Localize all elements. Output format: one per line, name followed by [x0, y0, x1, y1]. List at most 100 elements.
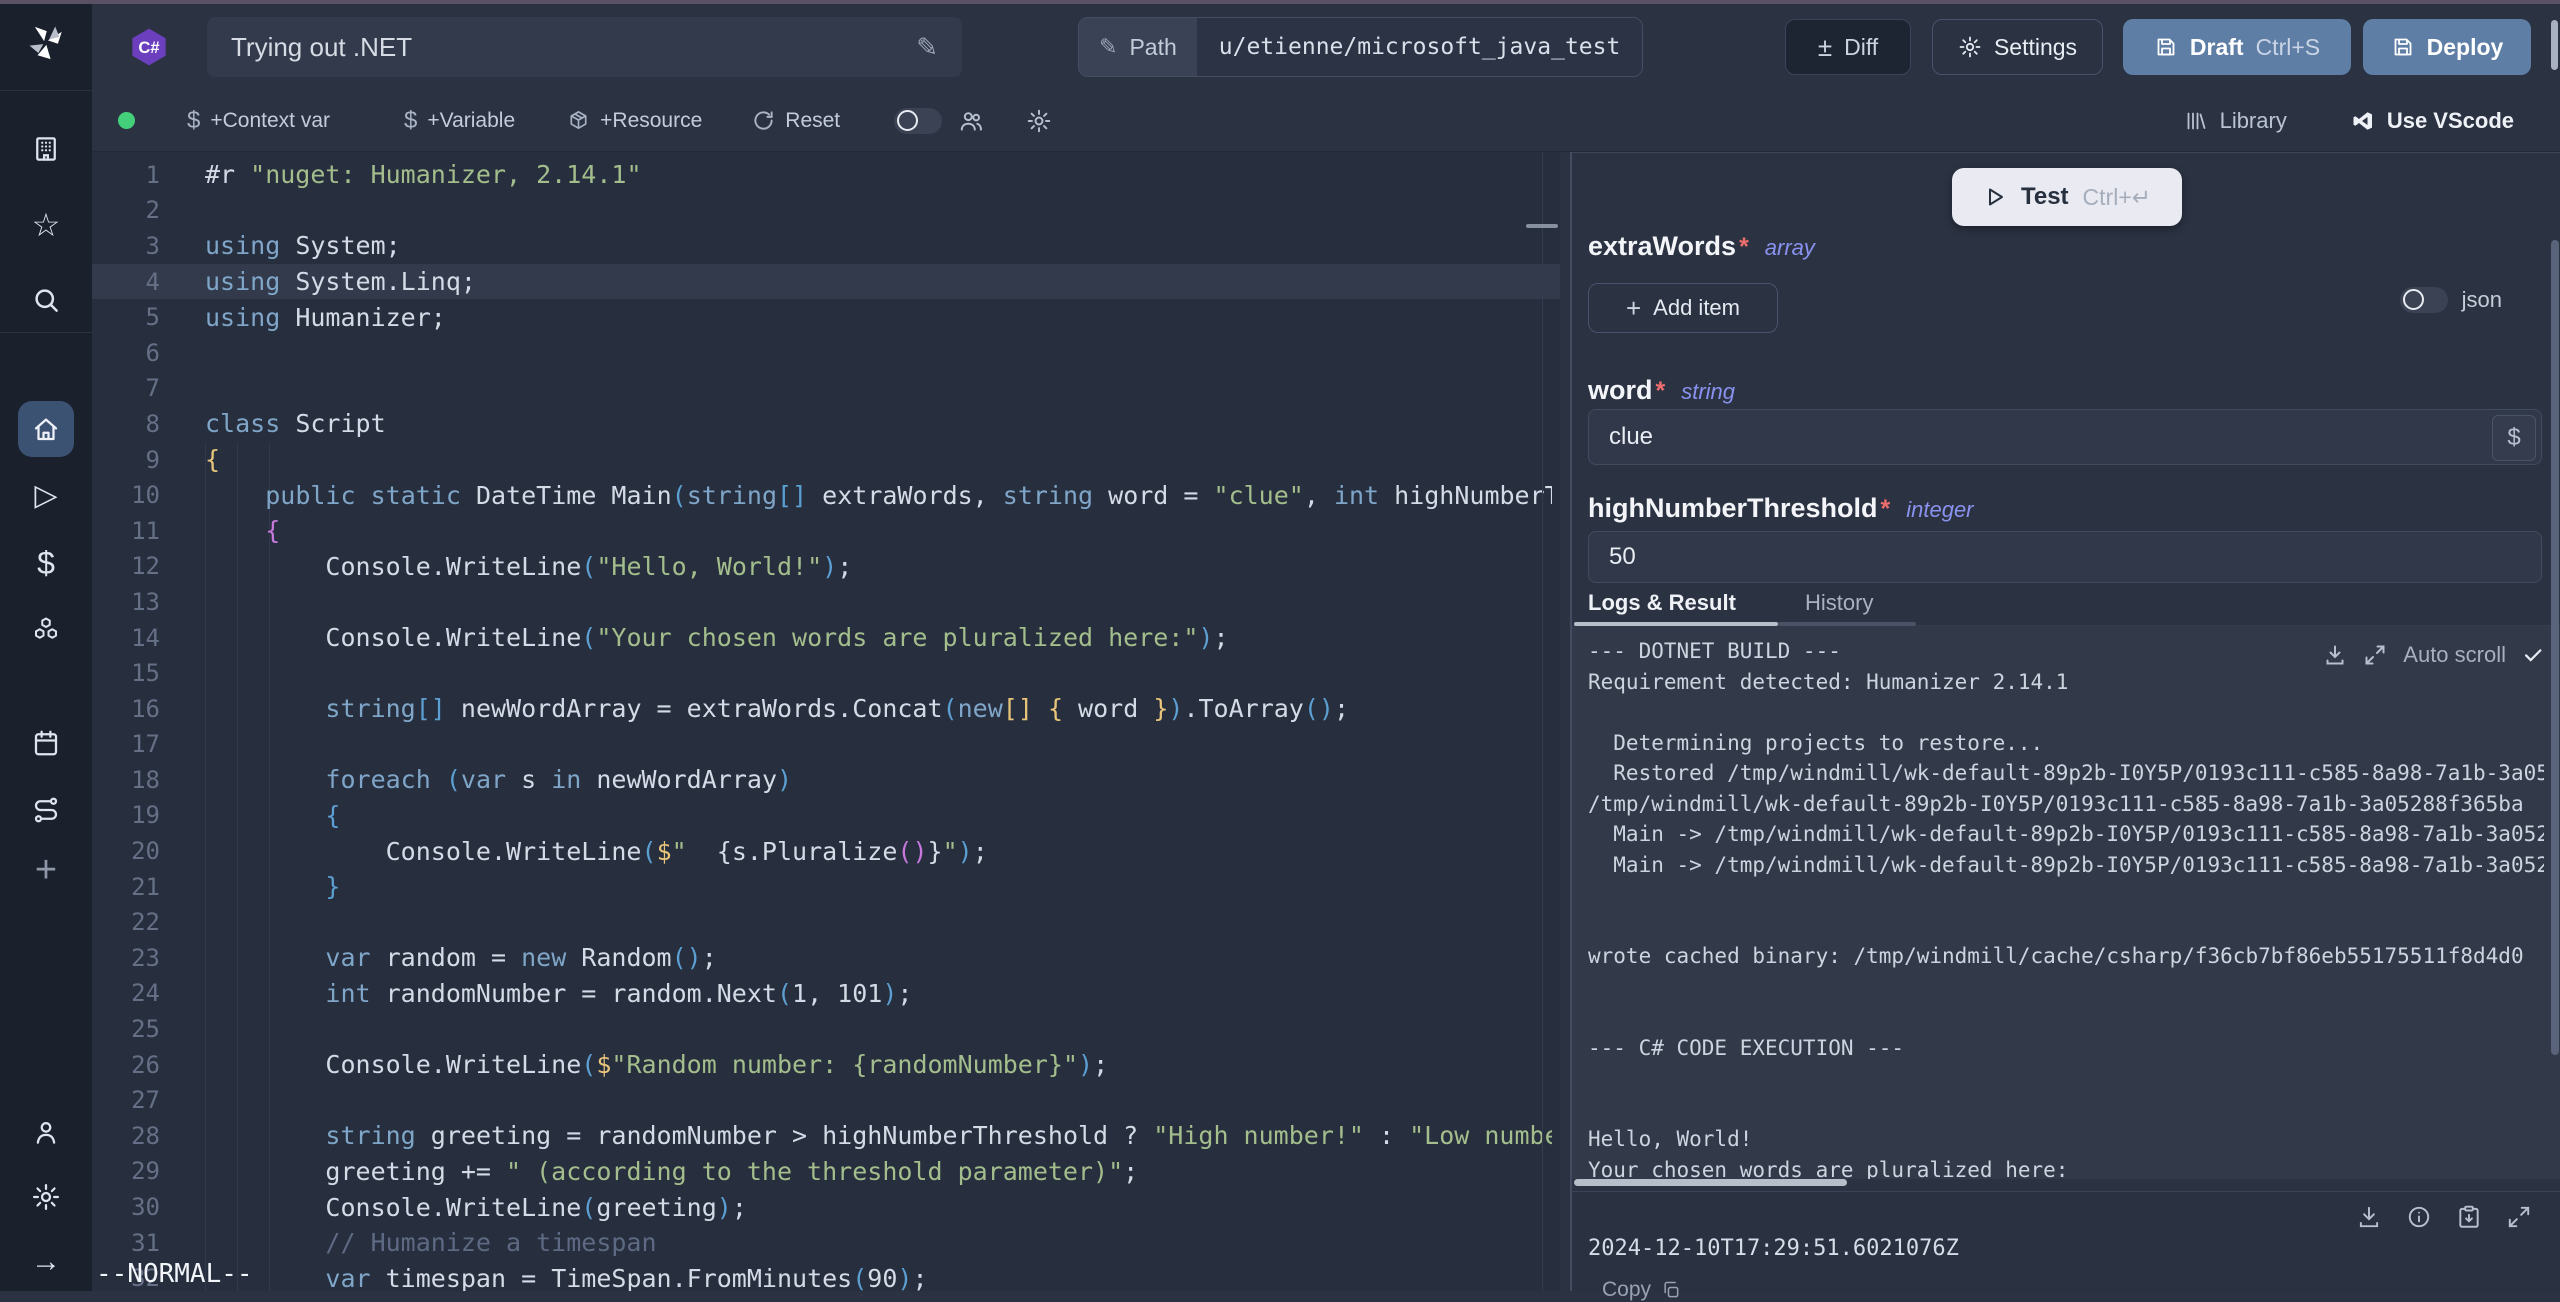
- line-number: 6: [92, 339, 160, 367]
- sidebar-item-flows[interactable]: [24, 788, 68, 832]
- code-line[interactable]: 25: [92, 1011, 1560, 1047]
- sidebar-item-schedules[interactable]: [24, 721, 68, 765]
- library-button[interactable]: Library: [2184, 108, 2287, 134]
- line-number: 10: [92, 481, 160, 509]
- result-panel: 2024-12-10T17:29:51.6021076Z Copy: [1572, 1191, 2560, 1292]
- minimap[interactable]: [1542, 152, 1560, 1291]
- code-line[interactable]: 29 greeting += " (according to the thres…: [92, 1154, 1560, 1190]
- code-line[interactable]: 26 Console.WriteLine($"Random number: {r…: [92, 1047, 1560, 1083]
- sidebar-item-search[interactable]: [24, 278, 68, 322]
- script-title-input[interactable]: Trying out .NET ✎: [207, 17, 962, 77]
- code-line[interactable]: 22: [92, 904, 1560, 940]
- code-line[interactable]: 16 string[] newWordArray = extraWords.Co…: [92, 691, 1560, 727]
- panel-splitter[interactable]: [1560, 152, 1572, 1291]
- collaborators-users-icon[interactable]: [958, 108, 984, 134]
- path-label-section: ✎ Path: [1079, 18, 1197, 76]
- download-logs-icon[interactable]: [2323, 643, 2347, 667]
- sidebar-item-settings[interactable]: [24, 1175, 68, 1219]
- code-line[interactable]: 14 Console.WriteLine("Your chosen words …: [92, 620, 1560, 656]
- info-icon[interactable]: [2406, 1204, 2432, 1230]
- logs-horizontal-scrollbar[interactable]: [1574, 1179, 1847, 1186]
- tab-history[interactable]: History: [1805, 590, 1873, 616]
- code-line[interactable]: 1#r "nuget: Humanizer, 2.14.1": [92, 157, 1560, 193]
- resize-handle[interactable]: [1526, 224, 1558, 228]
- panel-vertical-scrollbar[interactable]: [2551, 240, 2559, 1055]
- sidebar-item-account[interactable]: [24, 1110, 68, 1154]
- code-line[interactable]: 31 // Humanize a timespan: [92, 1225, 1560, 1261]
- code-line[interactable]: 32 var timespan = TimeSpan.FromMinutes(9…: [92, 1260, 1560, 1291]
- sidebar-item-favorites[interactable]: ☆: [24, 203, 68, 247]
- code-line[interactable]: 21 }: [92, 869, 1560, 905]
- diff-button[interactable]: ± Diff: [1785, 19, 1911, 75]
- code-line[interactable]: 3using System;: [92, 228, 1560, 264]
- settings-button[interactable]: Settings: [1932, 19, 2103, 75]
- copy-result-button[interactable]: Copy: [1602, 1278, 1681, 1302]
- diff-mode-toggle[interactable]: [894, 108, 942, 134]
- code-line[interactable]: 28 string greeting = randomNumber > high…: [92, 1118, 1560, 1154]
- draft-button[interactable]: Draft Ctrl+S: [2123, 19, 2351, 75]
- windmill-logo-icon[interactable]: [23, 20, 69, 66]
- json-toggle[interactable]: [2400, 287, 2448, 313]
- code-line[interactable]: 24 int randomNumber = random.Next(1, 101…: [92, 976, 1560, 1012]
- log-line: Determining projects to restore...: [1588, 728, 2544, 759]
- test-label: Test: [2021, 183, 2069, 211]
- home-icon: [31, 414, 61, 444]
- sidebar-item-runs[interactable]: ▷: [24, 474, 68, 518]
- code-editor[interactable]: 1#r "nuget: Humanizer, 2.14.1"23using Sy…: [92, 152, 1560, 1291]
- code-line[interactable]: 17: [92, 727, 1560, 763]
- code-line[interactable]: 9{: [92, 442, 1560, 478]
- code-line[interactable]: 13: [92, 584, 1560, 620]
- code-line[interactable]: 10 public static DateTime Main(string[] …: [92, 477, 1560, 513]
- dollar-icon: $: [37, 547, 55, 579]
- word-input[interactable]: [1588, 409, 2542, 465]
- add-context-var-button[interactable]: $ +Context var: [187, 107, 330, 135]
- code-line[interactable]: 18 foreach (var s in newWordArray): [92, 762, 1560, 798]
- windmill-script-editor: { "topbar": { "title": "Trying out .NET"…: [0, 0, 2560, 1291]
- code-line[interactable]: 4using System.Linq;: [92, 264, 1560, 300]
- code-line[interactable]: 20 Console.WriteLine($" {s.Pluralize()}"…: [92, 833, 1560, 869]
- use-vscode-button[interactable]: Use VScode: [2351, 108, 2514, 134]
- download-result-icon[interactable]: [2356, 1204, 2382, 1230]
- code-line[interactable]: 8class Script: [92, 406, 1560, 442]
- line-number: 28: [92, 1122, 160, 1150]
- edit-path-pencil-icon[interactable]: ✎: [1099, 34, 1117, 60]
- code-line[interactable]: 23 var random = new Random();: [92, 940, 1560, 976]
- code-line[interactable]: 12 Console.WriteLine("Hello, World!");: [92, 549, 1560, 585]
- code-line[interactable]: 6: [92, 335, 1560, 371]
- code-line[interactable]: 27: [92, 1082, 1560, 1118]
- reset-button[interactable]: Reset: [752, 109, 840, 133]
- code-line[interactable]: 30 Console.WriteLine(greeting);: [92, 1189, 1560, 1225]
- add-resource-button[interactable]: +Resource: [567, 109, 702, 133]
- code-line[interactable]: 19 {: [92, 798, 1560, 834]
- add-item-button[interactable]: + Add item: [1588, 283, 1778, 333]
- plus-icon: +: [35, 851, 57, 889]
- code-line[interactable]: 5using Humanizer;: [92, 299, 1560, 335]
- expand-logs-icon[interactable]: [2363, 643, 2387, 667]
- code-line[interactable]: 11 {: [92, 513, 1560, 549]
- editor-settings-gear-icon[interactable]: [1026, 108, 1052, 134]
- sidebar-item-workspace[interactable]: [24, 127, 68, 171]
- sidebar-item-variables[interactable]: $: [24, 541, 68, 585]
- add-variable-button[interactable]: $ +Variable: [404, 107, 515, 135]
- code-line[interactable]: 15: [92, 655, 1560, 691]
- edit-title-pencil-icon[interactable]: ✎: [916, 32, 938, 63]
- test-button[interactable]: Test Ctrl+↵: [1952, 168, 2182, 226]
- page-vertical-scrollbar[interactable]: [2551, 20, 2558, 70]
- insert-variable-button[interactable]: $: [2492, 415, 2536, 461]
- line-number: 1: [92, 161, 160, 189]
- auto-scroll-label[interactable]: Auto scroll: [2403, 642, 2506, 668]
- sidebar-item-collapse[interactable]: →: [24, 1240, 68, 1284]
- deploy-button[interactable]: Deploy: [2363, 19, 2531, 75]
- clipboard-icon[interactable]: [2456, 1204, 2482, 1230]
- sidebar-item-resources[interactable]: [24, 608, 68, 652]
- code-line[interactable]: 2: [92, 193, 1560, 229]
- sidebar-item-home[interactable]: [18, 401, 74, 457]
- path-chip[interactable]: ✎ Path u/etienne/microsoft_java_test: [1078, 17, 1643, 77]
- line-number: 13: [92, 588, 160, 616]
- tab-logs-result[interactable]: Logs & Result: [1588, 590, 1736, 616]
- expand-result-icon[interactable]: [2506, 1204, 2532, 1230]
- code-line[interactable]: 7: [92, 371, 1560, 407]
- sidebar-item-create[interactable]: +: [24, 848, 68, 892]
- logs-panel[interactable]: --- DOTNET BUILD ---Requirement detected…: [1572, 626, 2560, 1179]
- highnumberthreshold-input[interactable]: [1588, 531, 2542, 583]
